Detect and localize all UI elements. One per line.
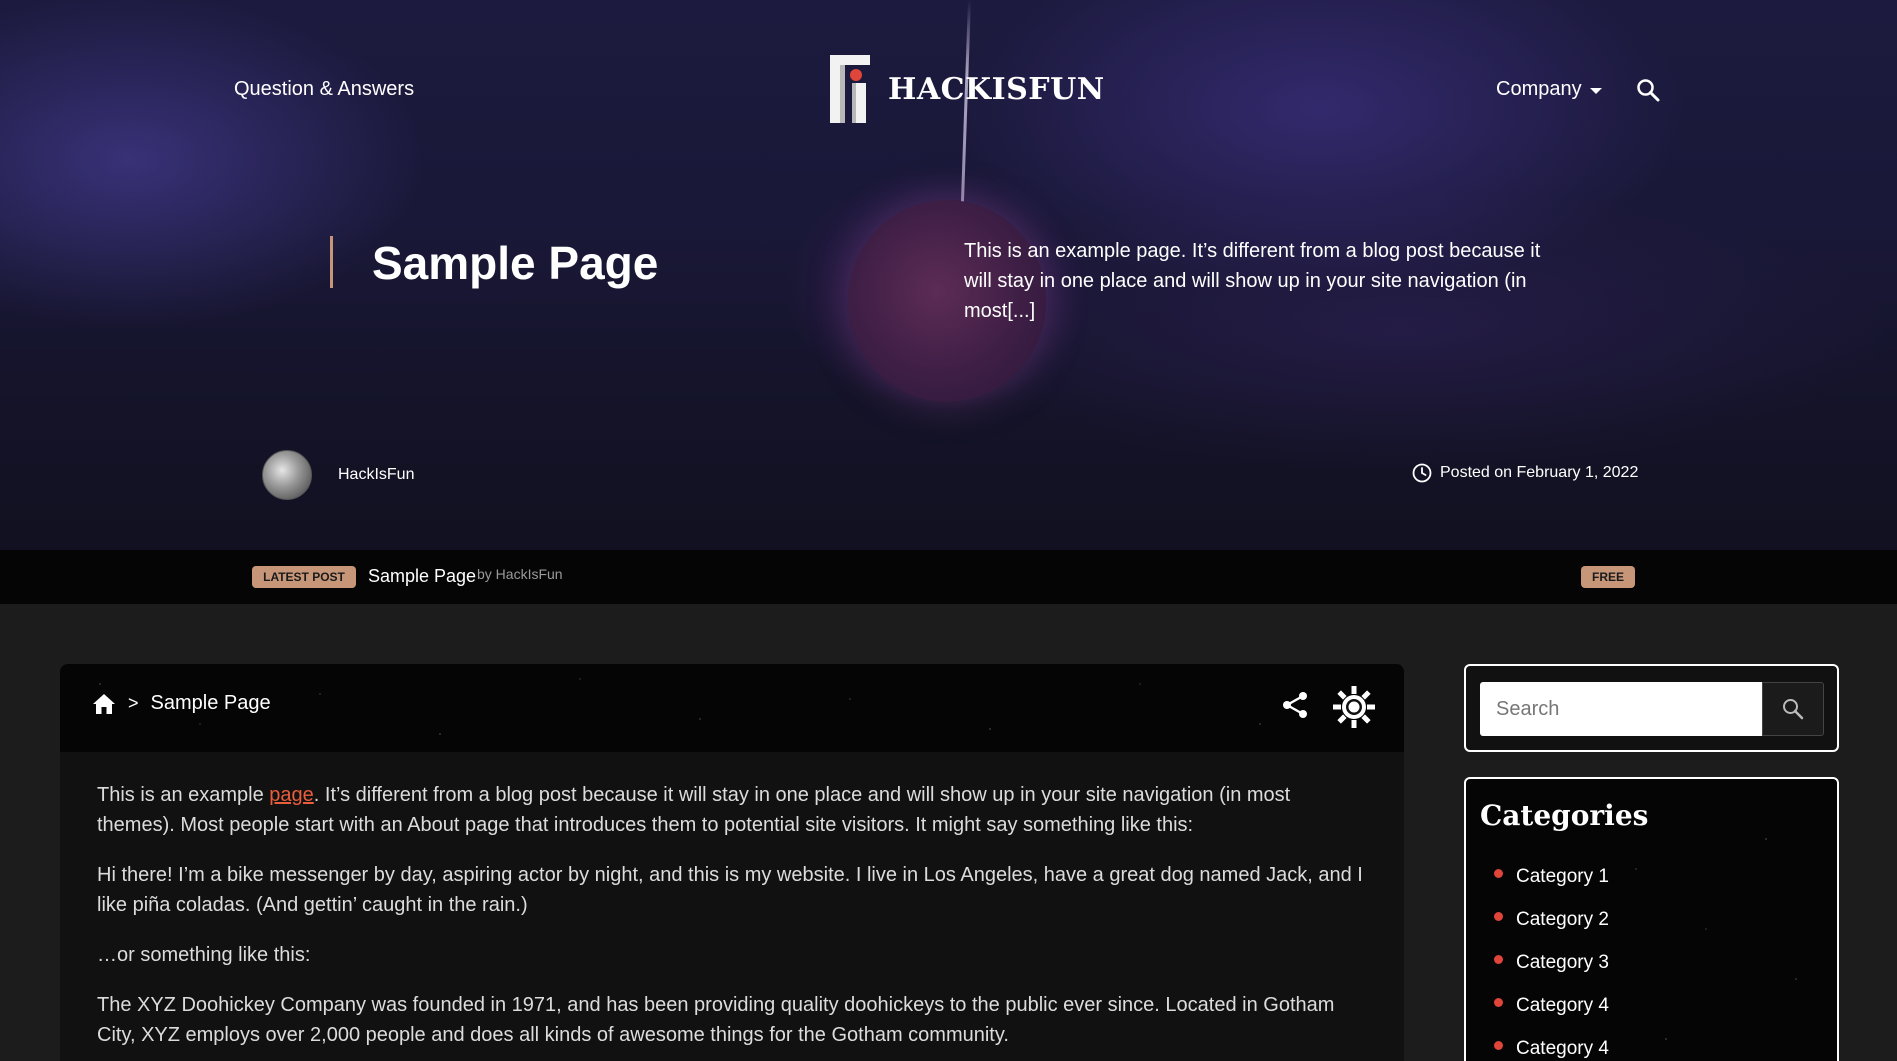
page-excerpt: This is an example page. It’s different … [964, 240, 1541, 322]
category-label[interactable]: Category 4 [1516, 995, 1609, 1017]
theme-toggle-icon[interactable] [1333, 686, 1375, 733]
logo-text: HACKISFUN [888, 71, 1105, 107]
hero-banner: Question & Answers HACKISFUN Company Sam… [0, 0, 1897, 550]
article-header: > Sample Page [60, 664, 1404, 752]
category-item[interactable]: Category 4 [1494, 984, 1609, 1027]
article-paragraph: This is an example page. It’s different … [97, 780, 1368, 840]
home-icon[interactable] [92, 693, 116, 715]
category-label[interactable]: Category 1 [1516, 866, 1609, 888]
nav-company-label: Company [1496, 78, 1582, 100]
article-paragraph: …or something like this: [97, 944, 311, 966]
category-item[interactable]: Category 3 [1494, 941, 1609, 984]
author-name[interactable]: HackIsFun [338, 466, 414, 484]
article-content: This is an example page. It’s different … [60, 752, 1404, 1050]
breadcrumb-separator: > [128, 693, 139, 713]
article-paragraph: The XYZ Doohickey Company was founded in… [97, 994, 1335, 1046]
latest-post-link[interactable]: Sample Page [368, 566, 476, 587]
breadcrumb: > Sample Page [92, 692, 271, 715]
avatar[interactable] [262, 450, 312, 500]
category-item[interactable]: Category 2 [1494, 898, 1609, 941]
search-button[interactable] [1762, 682, 1824, 736]
search-input[interactable] [1480, 682, 1762, 736]
post-date: Posted on February 1, 2022 [1412, 463, 1638, 483]
category-item[interactable]: Category 1 [1494, 855, 1609, 898]
category-label[interactable]: Category 4 [1516, 1038, 1609, 1060]
latest-post-author: by HackIsFun [477, 566, 563, 582]
categories-title: Categories [1480, 799, 1649, 832]
page-title: Sample Page [372, 237, 659, 289]
bullet-icon [1494, 955, 1503, 964]
site-logo[interactable]: HACKISFUN [830, 55, 1105, 123]
categories-widget: Categories Category 1 Category 2 Categor… [1464, 777, 1839, 1061]
article-card: > Sample Page This is an example page. I… [60, 664, 1404, 1061]
sidebar-search-widget [1464, 664, 1839, 752]
nav-company-dropdown[interactable]: Company [1496, 78, 1602, 101]
author-info[interactable]: HackIsFun [262, 450, 414, 500]
bullet-icon [1494, 869, 1503, 878]
clock-icon [1412, 463, 1432, 483]
bullet-icon [1494, 912, 1503, 921]
logo-icon [830, 55, 870, 123]
bullet-icon [1494, 1041, 1503, 1050]
share-icon[interactable] [1280, 690, 1310, 725]
category-item[interactable]: Category 4 [1494, 1027, 1609, 1061]
free-badge: FREE [1581, 566, 1635, 588]
post-date-text: Posted on February 1, 2022 [1440, 464, 1639, 481]
bullet-icon [1494, 998, 1503, 1007]
search-icon [1783, 699, 1804, 720]
nav-link-qa[interactable]: Question & Answers [234, 78, 414, 101]
chevron-down-icon [1589, 87, 1602, 94]
page-link[interactable]: page [269, 784, 314, 806]
categories-list: Category 1 Category 2 Category 3 Categor… [1494, 855, 1609, 1061]
breadcrumb-current: Sample Page [150, 692, 271, 714]
search-icon[interactable] [1636, 78, 1660, 107]
category-label[interactable]: Category 3 [1516, 952, 1609, 974]
article-paragraph: Hi there! I’m a bike messenger by day, a… [97, 864, 1363, 916]
article-text: This is an example [97, 784, 270, 806]
category-label[interactable]: Category 2 [1516, 909, 1609, 931]
latest-post-badge: LATEST POST [252, 566, 356, 588]
title-accent-bar [330, 236, 333, 288]
